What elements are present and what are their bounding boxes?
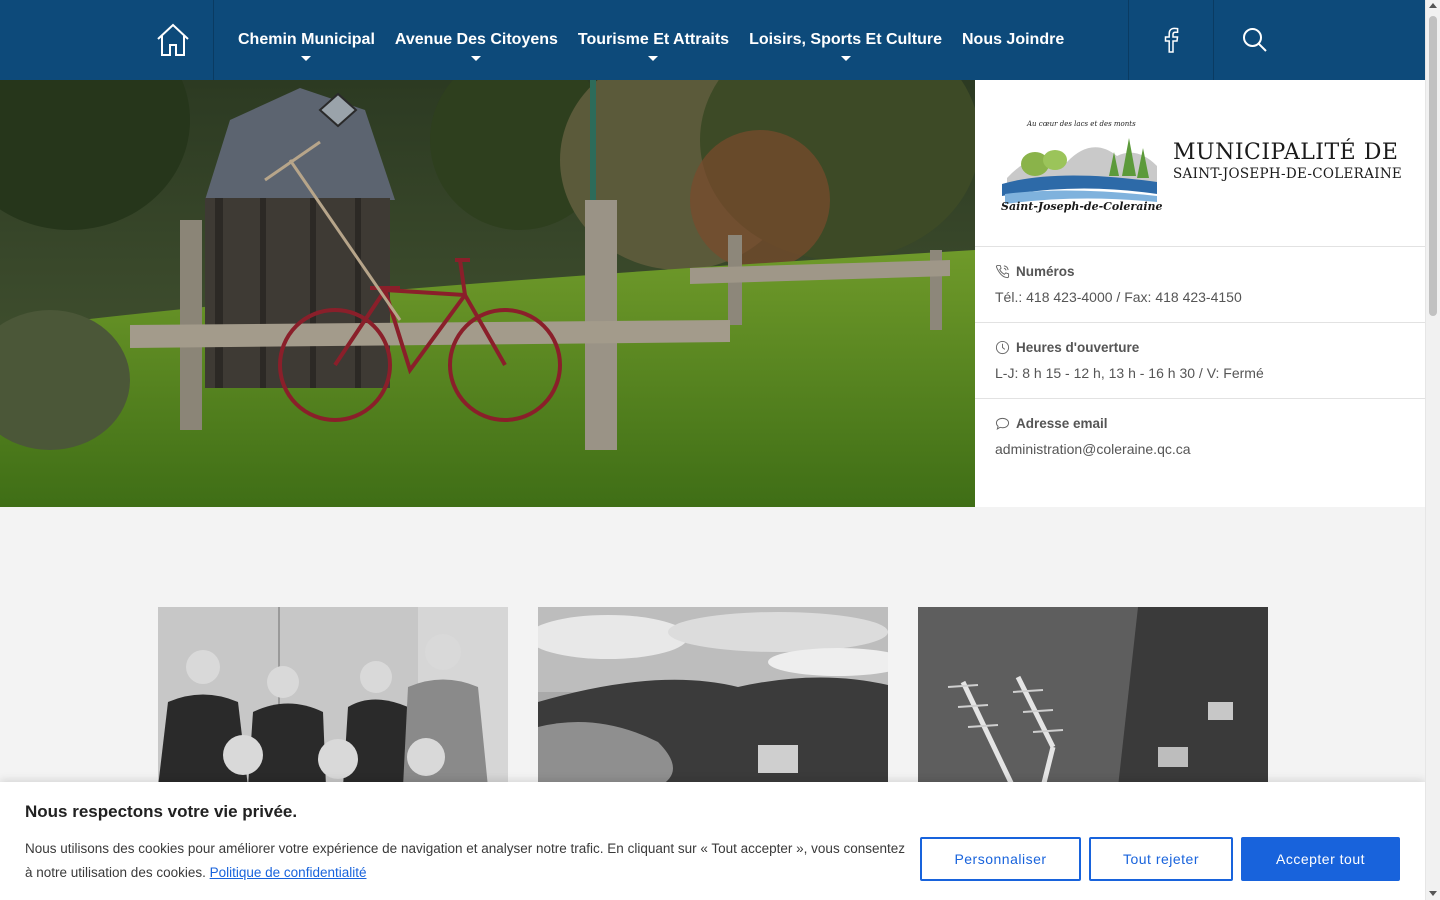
accept-all-button[interactable]: Accepter tout [1241,837,1400,881]
cookie-title: Nous respectons votre vie privée. [25,802,298,821]
nav-item-avenue-des-citoyens[interactable]: Avenue Des Citoyens [385,0,568,80]
card-marina-aerial-photo[interactable] [918,607,1268,787]
scroll-up-icon[interactable] [1429,3,1437,8]
nav-item-nous-joindre[interactable]: Nous Joindre [952,0,1074,80]
phone-info: Numéros Tél.: 418 423-4000 / Fax: 418 42… [975,247,1425,323]
nav-item-label: Nous Joindre [961,31,1065,48]
search-button[interactable] [1214,0,1296,80]
caret-down-icon [648,56,659,61]
hours-heading-row: Heures d'ouverture [995,340,1425,355]
logo-arc-text: Au cœur des lacs et des monts [1026,120,1136,128]
municipality-title: MUNICIPALITÉ DE [1173,140,1399,165]
scrollbar-thumb[interactable] [1429,16,1437,316]
logo-emblem: Au cœur des lacs et des monts Saint-Jose… [1001,120,1163,213]
cookie-consent-banner: Nous respectons votre vie privée. Nous u… [0,782,1425,900]
facebook-button[interactable] [1128,0,1214,80]
nav-item-label: Tourisme Et Attraits [577,31,730,48]
nav-item-label: Chemin Municipal [238,31,375,48]
clock-icon [995,340,1010,355]
caret-down-icon [471,56,482,61]
phone-heading-row: Numéros [995,264,1425,279]
email-heading-row: Adresse email [995,416,1425,431]
nav-item-label: Loisirs, Sports Et Culture [749,31,942,48]
nav-item-loisirs-sports-culture[interactable]: Loisirs, Sports Et Culture [739,0,952,80]
email-info: Adresse email administration@coleraine.q… [975,399,1425,475]
hours-heading: Heures d'ouverture [1016,340,1140,355]
hours-value: L-J: 8 h 15 - 12 h, 13 h - 16 h 30 / V: … [995,365,1264,381]
nav-item-tourisme-et-attraits[interactable]: Tourisme Et Attraits [568,0,739,80]
nav-menu: Chemin Municipal Avenue Des Citoyens Tou… [228,0,1074,80]
privacy-policy-link[interactable]: Politique de confidentialité [210,865,367,880]
municipality-info-panel: Au cœur des lacs et des monts Saint-Jose… [975,80,1425,507]
home-button[interactable] [133,0,214,80]
phone-heading: Numéros [1016,264,1075,279]
municipality-logo[interactable]: Au cœur des lacs et des monts Saint-Jose… [975,80,1425,247]
municipality-subtitle: SAINT-JOSEPH-DE-COLERAINE [1173,166,1403,182]
page-scrollbar[interactable] [1425,0,1440,900]
customize-button[interactable]: Personnaliser [920,837,1081,881]
card-lake-aerial-photo[interactable] [538,607,888,787]
main-navigation: Chemin Municipal Avenue Des Citoyens Tou… [0,0,1425,80]
chat-icon [995,417,1010,430]
nav-item-label: Avenue Des Citoyens [394,31,558,48]
cookie-text: Nous utilisons des cookies pour améliore… [25,841,905,880]
hours-info: Heures d'ouverture L-J: 8 h 15 - 12 h, 1… [975,323,1425,399]
hero-image-barn-bicycle [0,80,975,507]
phone-icon [995,264,1010,279]
cookie-text-block: Nous utilisons des cookies pour améliore… [25,837,905,885]
nav-item-chemin-municipal[interactable]: Chemin Municipal [228,0,385,80]
home-icon [157,23,189,56]
email-heading: Adresse email [1016,416,1108,431]
card-council-photo[interactable] [158,607,508,787]
phone-value: Tél.: 418 423-4000 / Fax: 418 423-4150 [995,289,1242,305]
reject-all-button[interactable]: Tout rejeter [1089,837,1233,881]
caret-down-icon [301,56,312,61]
caret-down-icon [840,56,851,61]
scroll-down-icon[interactable] [1429,891,1437,896]
email-value[interactable]: administration@coleraine.qc.ca [995,441,1425,457]
search-icon [1243,28,1267,52]
logo-script-text: Saint-Joseph-de-Coleraine [1001,200,1163,213]
facebook-icon [1164,27,1179,53]
